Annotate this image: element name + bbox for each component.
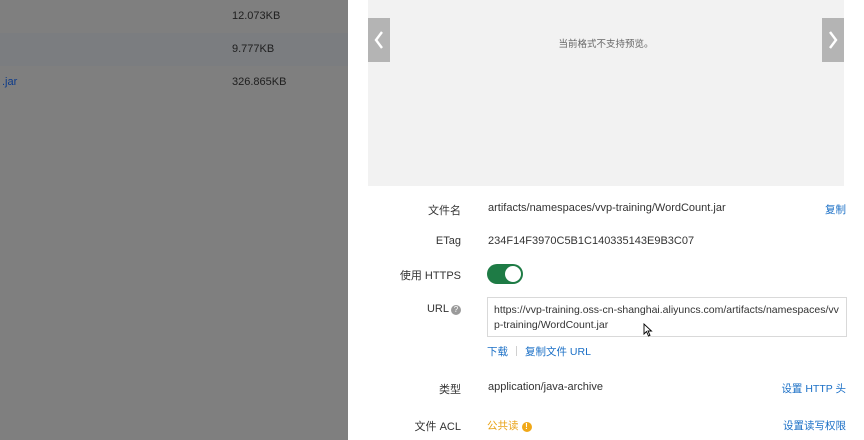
next-file-button[interactable] (822, 18, 844, 62)
help-icon[interactable]: ? (451, 305, 461, 315)
table-row: 9.777KB (0, 33, 348, 66)
file-detail-panel: 当前格式不支持预览。 文件名 artifacts/namespaces/vvp-… (348, 0, 864, 440)
acl-value-group: 公共读! (487, 418, 532, 433)
url-label: URL (426, 303, 449, 315)
table-row: 12.073KB (0, 0, 348, 33)
set-acl-button[interactable]: 设置读写权限 (783, 418, 846, 433)
copy-filename-button[interactable]: 复制 (825, 202, 846, 217)
file-size: 12.073KB (232, 10, 281, 22)
acl-value: 公共读 (487, 420, 519, 432)
file-name: .jar (2, 76, 18, 88)
acl-label: 文件 ACL (414, 421, 461, 433)
etag-label: ETag (435, 235, 461, 247)
filename-value: artifacts/namespaces/vvp-training/WordCo… (488, 202, 726, 214)
file-size: 9.777KB (232, 43, 275, 55)
type-label: 类型 (439, 384, 461, 396)
https-label: 使用 HTTPS (399, 270, 461, 282)
file-size: 326.865KB (232, 76, 287, 88)
url-field[interactable]: https://vvp-training.oss-cn-shanghai.ali… (487, 297, 847, 337)
https-toggle[interactable] (487, 264, 523, 284)
chevron-right-icon (829, 31, 838, 49)
toggle-knob (505, 266, 521, 282)
type-value: application/java-archive (488, 381, 603, 393)
preview-unsupported-message: 当前格式不支持预览。 (558, 39, 654, 50)
table-row: .jar 326.865KB (0, 66, 348, 99)
download-link[interactable]: 下载 (487, 346, 508, 358)
mouse-cursor-icon (643, 323, 653, 337)
url-label-group: URL? (348, 303, 461, 315)
url-actions: 下载 复制文件 URL (487, 344, 591, 359)
file-preview: 当前格式不支持预览。 (368, 0, 844, 186)
copy-url-link[interactable]: 复制文件 URL (525, 346, 591, 358)
warning-icon: ! (521, 422, 532, 432)
etag-value: 234F14F3970C5B1C140335143E9B3C07 (488, 235, 695, 247)
file-list-overlay: 12.073KB 9.777KB .jar 326.865KB (0, 0, 348, 440)
set-http-header-button[interactable]: 设置 HTTP 头 (781, 381, 846, 396)
divider (516, 346, 517, 356)
filename-label: 文件名 (428, 205, 461, 217)
